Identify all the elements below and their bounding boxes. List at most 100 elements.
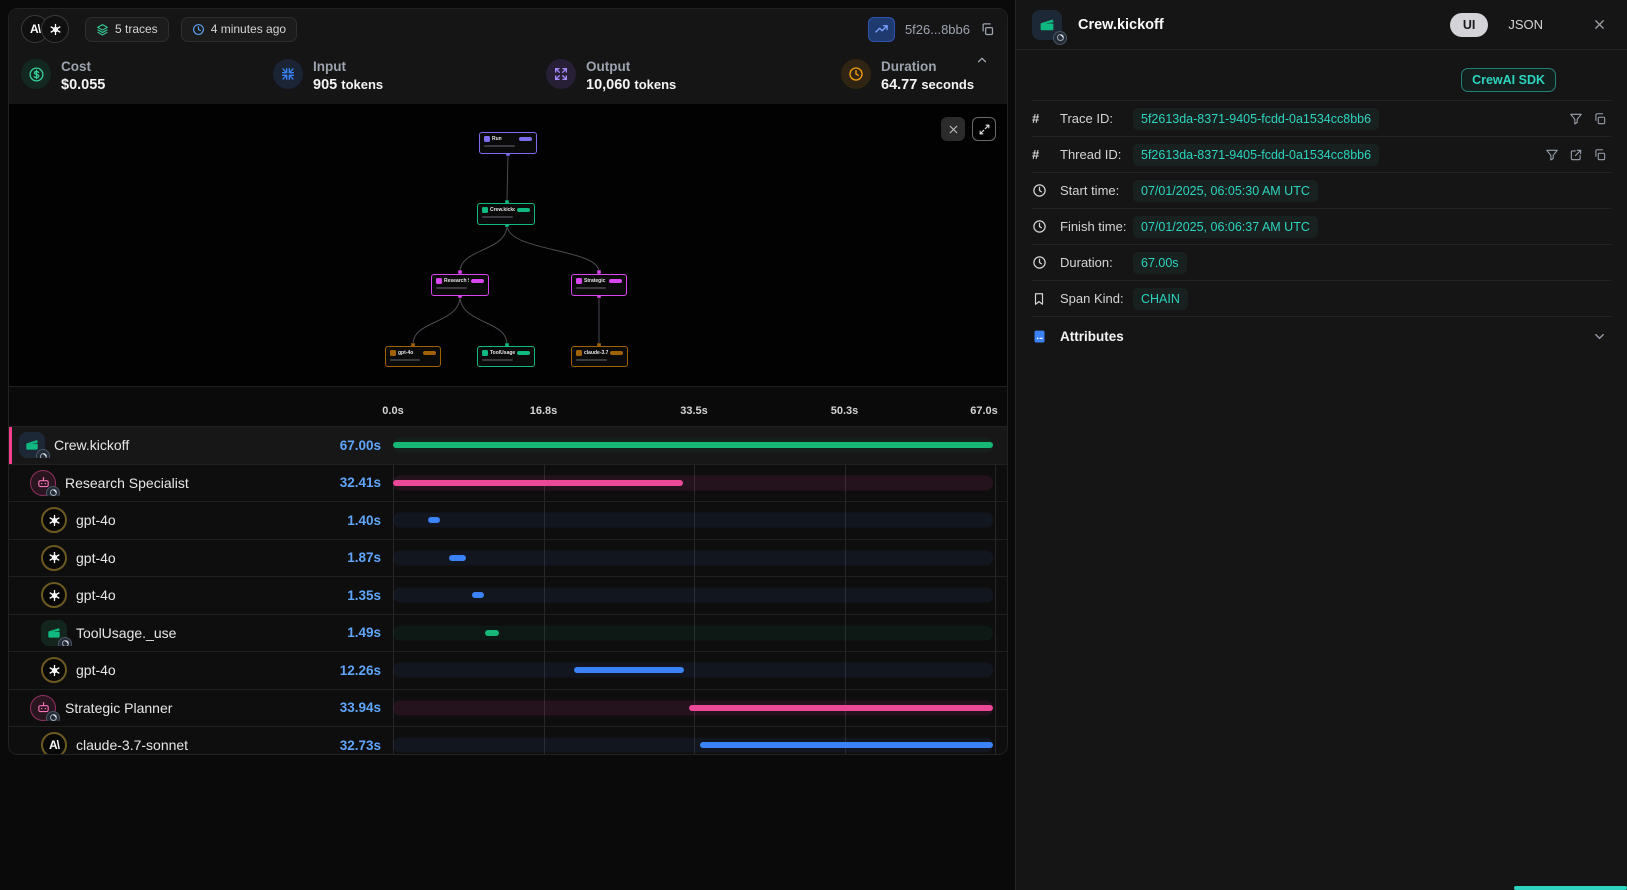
clock-icon (1032, 183, 1060, 198)
traces-count-badge[interactable]: 5 traces (85, 17, 169, 42)
chevron-down-icon[interactable] (1592, 329, 1607, 344)
span-row[interactable]: ToolUsage._use 1.49s (9, 614, 1007, 652)
span-timeline (393, 727, 993, 755)
clock-icon (1032, 255, 1060, 270)
span-bar[interactable] (485, 630, 498, 636)
trace-graph-canvas[interactable]: Run Crew.kickoff Research Speciali... St… (9, 104, 1007, 386)
graph-node-gpt-4o[interactable]: gpt-4o (385, 346, 441, 367)
analytics-button[interactable] (868, 17, 895, 42)
openai-icon (41, 582, 67, 608)
agentops-sub-badge (46, 711, 60, 721)
node-icon (436, 278, 442, 284)
span-name: gpt-4o (76, 662, 116, 678)
span-row[interactable]: gpt-4o 1.87s (9, 539, 1007, 577)
filter-icon[interactable] (1545, 148, 1559, 162)
tab-json[interactable]: JSON (1508, 17, 1543, 32)
span-bar[interactable] (574, 667, 684, 673)
tab-ui[interactable]: UI (1450, 13, 1489, 37)
span-timeline (393, 540, 993, 577)
filter-icon[interactable] (1569, 112, 1583, 126)
span-track (393, 513, 993, 528)
copy-icon[interactable] (1593, 148, 1607, 162)
anthropic-icon: A\ (41, 732, 67, 755)
graph-node-run[interactable]: Run (479, 132, 537, 154)
trace-id-value[interactable]: 5f2613da-8371-9405-fcdd-0a1534cc8bb6 (1133, 108, 1379, 130)
span-name: Research Specialist (65, 475, 189, 491)
span-name: Crew.kickoff (54, 437, 129, 453)
tool-icon (41, 620, 67, 646)
external-link-icon[interactable] (1569, 148, 1583, 162)
scrollbar-thumb[interactable] (1514, 886, 1627, 890)
span-track (393, 550, 993, 565)
span-row[interactable]: Research Specialist 32.41s (9, 464, 1007, 502)
node-badge (423, 351, 436, 355)
expand-graph-button[interactable] (972, 117, 996, 141)
graph-node-strategic-planner[interactable]: Strategic Planner (571, 274, 627, 296)
span-name-cell: Crew.kickoff (9, 432, 303, 458)
span-duration: 1.40s (303, 513, 393, 528)
node-badge (471, 279, 484, 283)
expand-icon (978, 123, 991, 136)
field-finish-time: Finish time: 07/01/2025, 06:06:37 AM UTC (1032, 208, 1611, 244)
start-time-value: 07/01/2025, 06:05:30 AM UTC (1133, 180, 1318, 202)
stat-cost: Cost $0.055 (21, 59, 105, 93)
node-subtitle (484, 145, 515, 147)
span-row[interactable]: gpt-4o 12.26s (9, 651, 1007, 689)
span-bar[interactable] (428, 517, 441, 523)
graph-node-crew-kickoff[interactable]: Crew.kickoff (477, 203, 535, 225)
span-duration: 1.87s (303, 550, 393, 565)
span-row[interactable]: gpt-4o 1.40s (9, 501, 1007, 539)
span-detail-panel: Crew.kickoff UI JSON CrewAI SDK # Trace … (1015, 0, 1627, 890)
graph-node-claude[interactable]: claude-3.7-sonnet (571, 346, 628, 367)
axis-tick: 50.3s (831, 405, 859, 417)
agentops-sub-badge (46, 486, 60, 496)
agentops-sub-badge (1053, 31, 1067, 45)
trace-panel: A\ 5 traces 4 minutes ago 5f26...8bb6 (8, 8, 1008, 755)
node-subtitle (390, 359, 420, 361)
close-icon[interactable] (1592, 17, 1607, 32)
thread-id-value[interactable]: 5f2613da-8371-9405-fcdd-0a1534cc8bb6 (1133, 144, 1379, 166)
span-bar[interactable] (393, 442, 993, 448)
openai-icon (41, 507, 67, 533)
span-row[interactable]: gpt-4o 1.35s (9, 576, 1007, 614)
span-bar[interactable] (472, 592, 484, 598)
node-badge (610, 351, 623, 355)
span-name-cell: ToolUsage._use (9, 620, 303, 646)
span-track (393, 625, 993, 640)
trace-toolbar: A\ 5 traces 4 minutes ago 5f26...8bb6 (9, 9, 1007, 49)
dollar-icon (21, 59, 51, 89)
span-name-cell: gpt-4o (9, 657, 303, 683)
span-name-cell: Research Specialist (9, 470, 303, 496)
hash-icon: # (1032, 111, 1060, 126)
close-graph-button[interactable] (941, 117, 965, 141)
agent-robot-icon (30, 470, 56, 496)
graph-node-research-specialist[interactable]: Research Speciali... (431, 274, 489, 296)
graph-node-toolusage[interactable]: ToolUsage._use (477, 346, 535, 367)
openai-icon (41, 545, 67, 571)
waterfall-rows: Crew.kickoff 67.00s Research Specialist … (9, 426, 1007, 755)
axis-tick: 33.5s (680, 405, 708, 417)
span-row[interactable]: Strategic Planner 33.94s (9, 689, 1007, 727)
span-name: claude-3.7-sonnet (76, 737, 188, 753)
field-duration: Duration: 67.00s (1032, 244, 1611, 280)
chevron-up-icon[interactable] (975, 53, 989, 67)
span-row[interactable]: Crew.kickoff 67.00s (9, 426, 1007, 464)
attributes-label: Attributes (1060, 329, 1124, 344)
node-icon (484, 136, 490, 142)
node-badge (517, 351, 530, 355)
detail-header: Crew.kickoff UI JSON (1016, 0, 1627, 50)
span-bar[interactable] (393, 480, 683, 486)
field-span-kind: Span Kind: CHAIN (1032, 280, 1611, 316)
node-icon (576, 350, 582, 356)
arrows-out-icon (546, 59, 576, 89)
node-subtitle (436, 287, 467, 289)
copy-icon[interactable] (1593, 112, 1607, 126)
span-bar[interactable] (689, 705, 993, 711)
attributes-section[interactable]: Attributes (1032, 316, 1611, 356)
document-icon (1032, 329, 1052, 344)
copy-icon[interactable] (980, 22, 995, 37)
span-bar[interactable] (700, 742, 993, 748)
span-row[interactable]: A\ claude-3.7-sonnet 32.73s (9, 726, 1007, 755)
span-bar[interactable] (449, 555, 466, 561)
openai-avatar-icon (41, 15, 69, 43)
